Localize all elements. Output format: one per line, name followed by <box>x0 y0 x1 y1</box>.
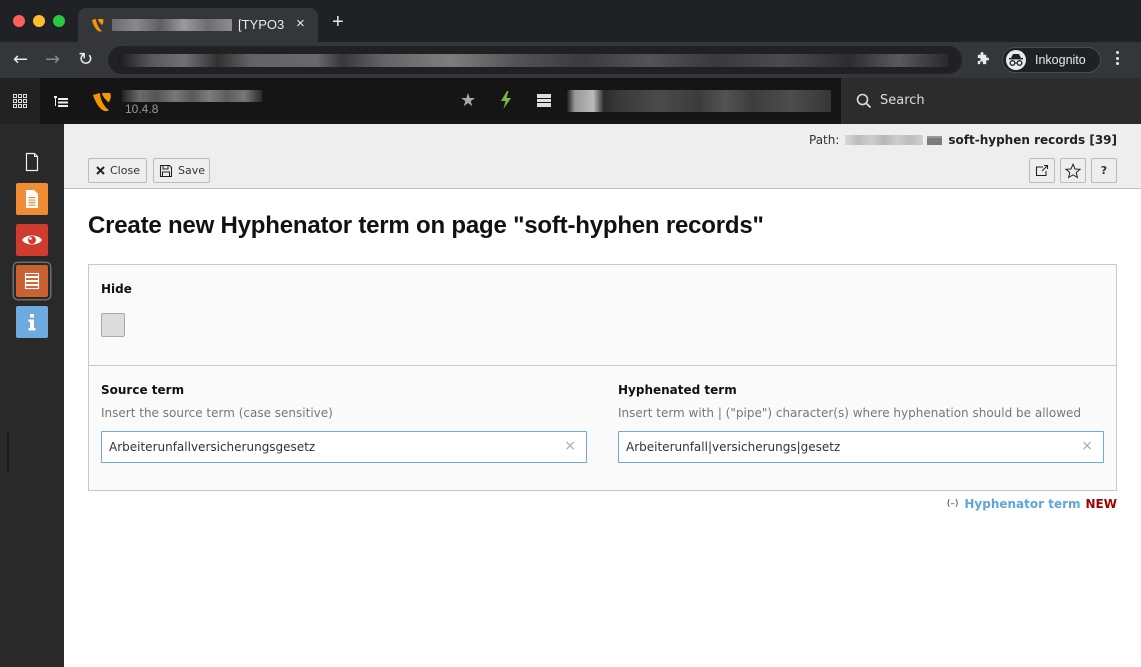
search-bar[interactable]: Search <box>841 78 1141 124</box>
clear-source-term-icon[interactable]: × <box>564 438 576 454</box>
user-menu-redacted[interactable] <box>567 90 831 112</box>
record-type-icon: (–) <box>946 499 959 509</box>
address-bar[interactable] <box>108 46 962 74</box>
hyphenated-term-input[interactable]: Arbeiterunfall|versicherungs|gesetz × <box>618 431 1104 463</box>
tab-title-redacted <box>112 19 232 31</box>
close-x-icon <box>96 166 105 175</box>
incognito-icon <box>1006 50 1026 70</box>
clear-hyphenated-term-icon[interactable]: × <box>1081 438 1093 454</box>
new-tab-button[interactable]: + <box>332 12 344 32</box>
window-minimize-button[interactable] <box>33 15 45 27</box>
terms-section: Source term Insert the source term (case… <box>88 365 1117 491</box>
bookmark-button[interactable] <box>1060 158 1086 183</box>
module-info[interactable] <box>16 306 48 338</box>
record-type-label: Hyphenator term <box>964 497 1081 511</box>
grid-menu-icon <box>13 94 27 108</box>
typo3-logo-icon <box>90 17 106 33</box>
source-term-description: Insert the source term (case sensitive) <box>101 406 333 420</box>
hyphenated-term-label: Hyphenated term <box>618 383 737 397</box>
info-icon <box>28 314 36 331</box>
path-redacted <box>845 135 924 145</box>
save-button[interactable]: Save <box>153 158 210 183</box>
document-icon <box>25 152 39 172</box>
hide-checkbox[interactable] <box>101 313 125 337</box>
module-sidebar <box>0 124 64 667</box>
save-button-label: Save <box>178 164 206 177</box>
browser-menu-icon[interactable] <box>1116 51 1120 68</box>
typo3-version: 10.4.8 <box>125 102 159 116</box>
extensions-puzzle-icon[interactable] <box>975 51 990 70</box>
eye-icon <box>22 235 42 245</box>
reload-icon[interactable]: ↻ <box>78 50 93 70</box>
doc-header: Path: soft-hyphen records [39] Close Sav… <box>64 124 1141 189</box>
path-page-title: soft-hyphen records [39] <box>948 133 1117 147</box>
bookmark-star-icon[interactable]: ★ <box>460 90 476 111</box>
browser-tab[interactable]: [TYPO3 × <box>78 8 318 42</box>
path-label: Path: <box>809 133 840 147</box>
typo3-logo-icon[interactable] <box>92 91 114 117</box>
help-button[interactable]: ? <box>1091 158 1117 183</box>
flush-cache-bolt-icon[interactable] <box>500 91 512 113</box>
record-info: (–) Hyphenator term NEW <box>947 497 1117 511</box>
incognito-label: Inkognito <box>1035 53 1086 67</box>
star-outline-icon <box>1065 162 1081 179</box>
browser-tab-strip: [TYPO3 × + <box>0 0 1141 42</box>
search-label: Search <box>880 93 925 108</box>
folder-icon <box>927 135 943 145</box>
help-icon: ? <box>1100 164 1108 177</box>
page-layout-icon <box>26 190 38 208</box>
module-list[interactable] <box>16 265 48 297</box>
typo3-topbar: 10.4.8 ★ Search <box>0 78 1141 124</box>
list-icon <box>24 272 40 290</box>
search-icon <box>856 93 872 113</box>
back-arrow-icon[interactable]: ← <box>13 50 28 70</box>
module-view[interactable] <box>16 224 48 256</box>
source-term-value: Arbeiterunfallversicherungsgesetz <box>109 440 316 454</box>
breadcrumb: Path: soft-hyphen records [39] <box>809 133 1117 147</box>
page-title: Create new Hyphenator term on page "soft… <box>88 212 764 239</box>
hyphenated-term-value: Arbeiterunfall|versicherungs|gesetz <box>626 440 841 454</box>
close-button-label: Close <box>110 164 140 177</box>
window-close-button[interactable] <box>13 15 25 27</box>
module-page[interactable] <box>16 146 48 178</box>
record-status-badge: NEW <box>1085 497 1117 511</box>
close-button[interactable]: Close <box>88 158 147 183</box>
hide-label: Hide <box>101 282 132 296</box>
site-name-redacted <box>122 90 262 102</box>
hyphenated-term-description: Insert term with | ("pipe") character(s)… <box>618 406 1082 420</box>
page-tree-toggle-icon[interactable] <box>54 94 68 107</box>
open-new-window-button[interactable] <box>1029 158 1055 183</box>
content-area: Path: soft-hyphen records [39] Close Sav… <box>64 124 1141 667</box>
source-term-label: Source term <box>101 383 185 397</box>
module-page-layout[interactable] <box>16 183 48 215</box>
browser-toolbar: ← → ↻ Inkognito <box>0 42 1141 78</box>
sidebar-resize-handle[interactable] <box>7 433 9 471</box>
tab-close-icon[interactable]: × <box>296 15 305 32</box>
tab-title: [TYPO3 <box>238 17 285 32</box>
system-info-icon[interactable] <box>537 94 551 108</box>
forward-arrow-icon[interactable]: → <box>45 50 60 70</box>
save-floppy-icon <box>159 164 173 178</box>
source-term-input[interactable]: Arbeiterunfallversicherungsgesetz × <box>101 431 587 463</box>
open-new-window-icon <box>1035 164 1049 177</box>
url-redacted <box>118 54 948 67</box>
module-menu-toggle[interactable] <box>0 78 40 124</box>
window-maximize-button[interactable] <box>53 15 65 27</box>
incognito-profile-button[interactable]: Inkognito <box>1002 47 1101 73</box>
hide-section: Hide <box>88 264 1117 366</box>
